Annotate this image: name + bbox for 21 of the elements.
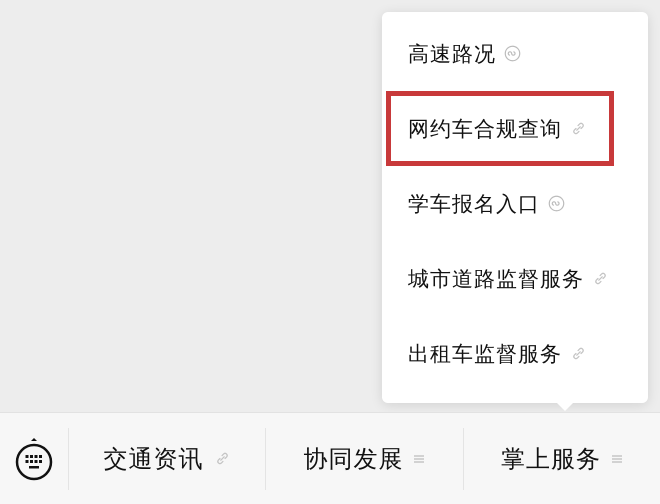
menu-icon	[413, 452, 426, 464]
menu-item-label: 出租车监督服务	[408, 340, 562, 368]
mini-program-icon	[504, 45, 521, 62]
link-icon	[570, 345, 587, 362]
menu-item[interactable]: 出租车监督服务	[386, 316, 644, 391]
link-icon	[592, 270, 609, 287]
menu-item-label: 高速路况	[408, 40, 496, 68]
menu-item[interactable]: 网约车合规查询	[386, 91, 614, 166]
menu-item-label: 网约车合规查询	[408, 116, 562, 142]
menu-tab[interactable]: 协同发展	[266, 413, 463, 504]
link-icon	[570, 120, 587, 137]
menu-item[interactable]: 高速路况	[386, 16, 644, 91]
menu-item[interactable]: 学车报名入口	[386, 166, 644, 241]
keyboard-icon	[14, 436, 54, 480]
menu-item-label: 城市道路监督服务	[408, 266, 584, 292]
menu-item-label: 学车报名入口	[408, 190, 540, 218]
menu-item[interactable]: 城市道路监督服务	[386, 241, 644, 316]
mini-program-icon	[548, 195, 565, 212]
menu-tab[interactable]: 交通资讯	[69, 413, 266, 504]
menu-tab[interactable]: 掌上服务	[464, 413, 660, 504]
menu-icon	[610, 452, 623, 464]
